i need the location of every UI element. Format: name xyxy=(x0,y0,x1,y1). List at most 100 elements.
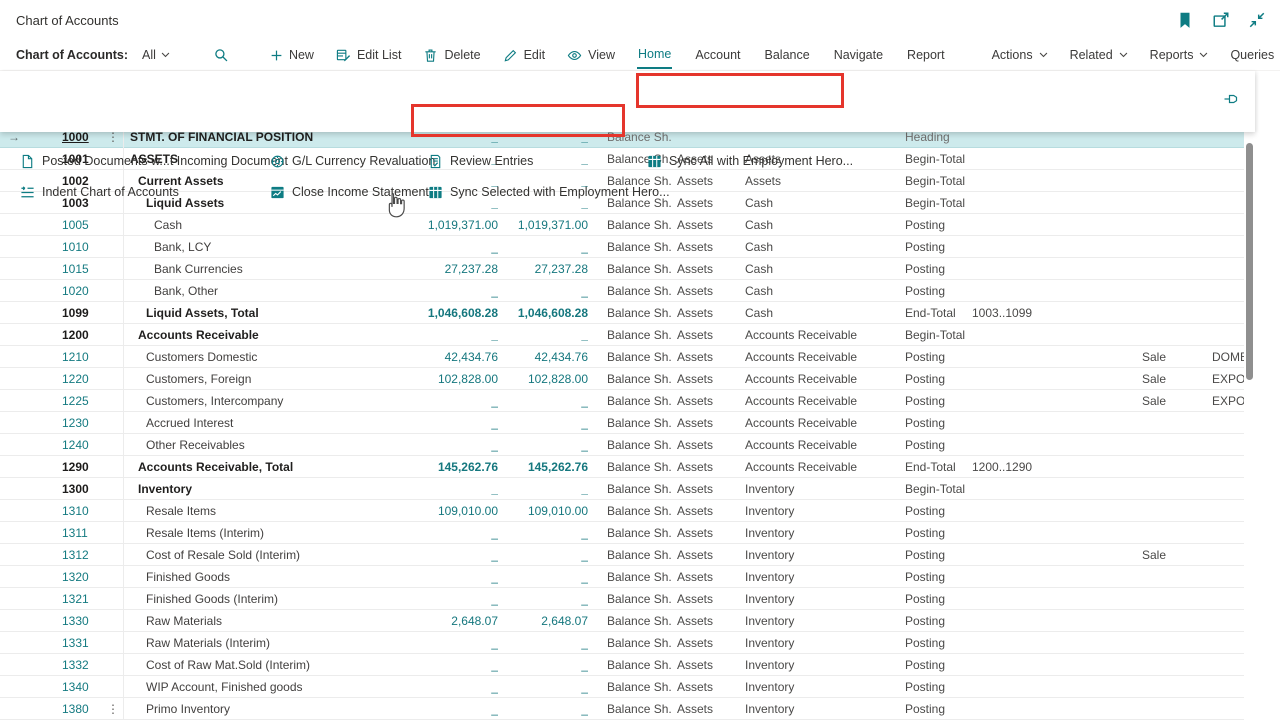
new-button[interactable]: New xyxy=(270,48,314,62)
account-no-link[interactable]: 1290 xyxy=(62,456,108,478)
account-row-1210[interactable]: 1210Customers Domestic42,434.7642,434.76… xyxy=(0,346,1244,368)
account-row-1010[interactable]: 1010Bank, LCY__Balance Sh...AssetsCashPo… xyxy=(0,236,1244,258)
balance-cell[interactable]: 145,262.76 xyxy=(461,456,588,478)
view-button[interactable]: View xyxy=(567,48,615,63)
search-button[interactable] xyxy=(214,48,229,63)
balance-cell[interactable]: _ xyxy=(461,434,588,456)
account-row-1311[interactable]: 1311Resale Items (Interim)__Balance Sh..… xyxy=(0,522,1244,544)
bookmark-icon[interactable] xyxy=(1176,11,1194,29)
account-row-1220[interactable]: 1220Customers, Foreign102,828.00102,828.… xyxy=(0,368,1244,390)
balance-cell[interactable]: _ xyxy=(461,236,588,258)
menu-reports[interactable]: Reports xyxy=(1150,48,1209,62)
menu-actions[interactable]: Actions xyxy=(992,48,1048,62)
account-row-1225[interactable]: 1225Customers, Intercompany__Balance Sh.… xyxy=(0,390,1244,412)
account-row-1310[interactable]: 1310Resale Items109,010.00109,010.00Bala… xyxy=(0,500,1244,522)
account-row-1330[interactable]: 1330Raw Materials2,648.072,648.07Balance… xyxy=(0,610,1244,632)
menu-related[interactable]: Related xyxy=(1070,48,1128,62)
balance-cell[interactable]: _ xyxy=(461,698,588,720)
scrollbar-thumb[interactable] xyxy=(1246,143,1253,380)
account-no-link[interactable]: 1310 xyxy=(62,500,108,522)
balance-cell[interactable]: _ xyxy=(461,632,588,654)
account-no-link[interactable]: 1020 xyxy=(62,280,108,302)
account-row-1005[interactable]: 1005Cash1,019,371.001,019,371.00Balance … xyxy=(0,214,1244,236)
ribbon-action-g-l-currency-revaluation[interactable]: G/L Currency Revaluation xyxy=(270,150,435,172)
ribbon-action-review-entries[interactable]: Review Entries xyxy=(428,150,533,172)
account-row-1200[interactable]: 1200Accounts Receivable__Balance Sh...As… xyxy=(0,324,1244,346)
balance-cell[interactable]: 102,828.00 xyxy=(461,368,588,390)
account-row-1312[interactable]: 1312Cost of Resale Sold (Interim)__Balan… xyxy=(0,544,1244,566)
account-no-link[interactable]: 1230 xyxy=(62,412,108,434)
delete-button[interactable]: Delete xyxy=(423,48,480,63)
account-row-1240[interactable]: 1240Other Receivables__Balance Sh...Asse… xyxy=(0,434,1244,456)
balance-cell[interactable]: 2,648.07 xyxy=(461,610,588,632)
account-no-link[interactable]: 1312 xyxy=(62,544,108,566)
ribbon-action-close-income-statement[interactable]: Close Income Statement xyxy=(270,181,429,203)
balance-cell[interactable]: _ xyxy=(461,654,588,676)
account-no-link[interactable]: 1210 xyxy=(62,346,108,368)
popout-icon[interactable] xyxy=(1212,11,1230,29)
vertical-scrollbar[interactable] xyxy=(1244,138,1256,720)
edit-list-button[interactable]: Edit List xyxy=(336,48,401,63)
balance-cell[interactable]: _ xyxy=(461,280,588,302)
account-no-link[interactable]: 1099 xyxy=(62,302,108,324)
account-row-1230[interactable]: 1230Accrued Interest__Balance Sh...Asset… xyxy=(0,412,1244,434)
menu-queries[interactable]: Queries xyxy=(1230,48,1280,62)
account-no-link[interactable]: 1320 xyxy=(62,566,108,588)
account-row-1321[interactable]: 1321Finished Goods (Interim)__Balance Sh… xyxy=(0,588,1244,610)
balance-cell[interactable]: 1,019,371.00 xyxy=(461,214,588,236)
account-no-link[interactable]: 1330 xyxy=(62,610,108,632)
pin-icon[interactable] xyxy=(1223,91,1239,107)
balance-cell[interactable]: _ xyxy=(461,324,588,346)
balance-cell[interactable]: _ xyxy=(461,478,588,500)
balance-cell[interactable]: _ xyxy=(461,412,588,434)
ribbon-action-sync-all-with-employment-hero[interactable]: Sync All with Employment Hero... xyxy=(647,150,853,172)
ribbon-action-posted-documents-w-t-incoming-document[interactable]: Posted Documents w...t Incoming Document xyxy=(20,150,288,172)
account-row-1332[interactable]: 1332Cost of Raw Mat.Sold (Interim)__Bala… xyxy=(0,654,1244,676)
balance-cell[interactable]: _ xyxy=(461,390,588,412)
balance-cell[interactable]: _ xyxy=(461,522,588,544)
account-no-link[interactable]: 1240 xyxy=(62,434,108,456)
account-row-1320[interactable]: 1320Finished Goods__Balance Sh...AssetsI… xyxy=(0,566,1244,588)
view-filter-dropdown[interactable]: All xyxy=(142,48,170,62)
account-no-link[interactable]: 1225 xyxy=(62,390,108,412)
tab-balance[interactable]: Balance xyxy=(764,42,811,68)
balance-cell[interactable]: 109,010.00 xyxy=(461,500,588,522)
account-row-1099[interactable]: 1099Liquid Assets, Total1,046,608.281,04… xyxy=(0,302,1244,324)
account-no-link[interactable]: 1311 xyxy=(62,522,108,544)
tab-report[interactable]: Report xyxy=(906,42,946,68)
balance-cell[interactable]: 1,046,608.28 xyxy=(461,302,588,324)
tab-home[interactable]: Home xyxy=(637,41,672,69)
account-row-1331[interactable]: 1331Raw Materials (Interim)__Balance Sh.… xyxy=(0,632,1244,654)
balance-cell[interactable]: _ xyxy=(461,588,588,610)
account-no-link[interactable]: 1300 xyxy=(62,478,108,500)
account-no-link[interactable]: 1015 xyxy=(62,258,108,280)
balance-cell[interactable]: _ xyxy=(461,544,588,566)
account-row-1340[interactable]: 1340WIP Account, Finished goods__Balance… xyxy=(0,676,1244,698)
ribbon-action-sync-selected-with-employment-hero[interactable]: Sync Selected with Employment Hero... xyxy=(428,181,670,203)
balance-cell[interactable]: _ xyxy=(461,676,588,698)
account-no-link[interactable]: 1005 xyxy=(62,214,108,236)
collapse-icon[interactable] xyxy=(1248,11,1266,29)
account-no-link[interactable]: 1200 xyxy=(62,324,108,346)
account-row-1015[interactable]: 1015Bank Currencies27,237.2827,237.28Bal… xyxy=(0,258,1244,280)
balance-cell[interactable]: 27,237.28 xyxy=(461,258,588,280)
account-no-link[interactable]: 1380 xyxy=(62,698,108,720)
ribbon-action-indent-chart-of-accounts[interactable]: Indent Chart of Accounts xyxy=(20,181,179,203)
account-row-1300[interactable]: 1300Inventory__Balance Sh...AssetsInvent… xyxy=(0,478,1244,500)
row-menu-icon[interactable]: ⋮ xyxy=(106,698,120,720)
account-no-link[interactable]: 1332 xyxy=(62,654,108,676)
account-no-link[interactable]: 1331 xyxy=(62,632,108,654)
account-no-link[interactable]: 1220 xyxy=(62,368,108,390)
edit-button[interactable]: Edit xyxy=(503,48,546,63)
account-row-1020[interactable]: 1020Bank, Other__Balance Sh...AssetsCash… xyxy=(0,280,1244,302)
tab-navigate[interactable]: Navigate xyxy=(833,42,884,68)
account-no-link[interactable]: 1340 xyxy=(62,676,108,698)
account-no-link[interactable]: 1321 xyxy=(62,588,108,610)
account-category-cell: Assets xyxy=(677,544,739,566)
tab-account[interactable]: Account xyxy=(694,42,741,68)
account-row-1380[interactable]: 1380⋮Primo Inventory__Balance Sh...Asset… xyxy=(0,698,1244,720)
account-no-link[interactable]: 1010 xyxy=(62,236,108,258)
balance-cell[interactable]: 42,434.76 xyxy=(461,346,588,368)
balance-cell[interactable]: _ xyxy=(461,566,588,588)
account-row-1290[interactable]: 1290Accounts Receivable, Total145,262.76… xyxy=(0,456,1244,478)
